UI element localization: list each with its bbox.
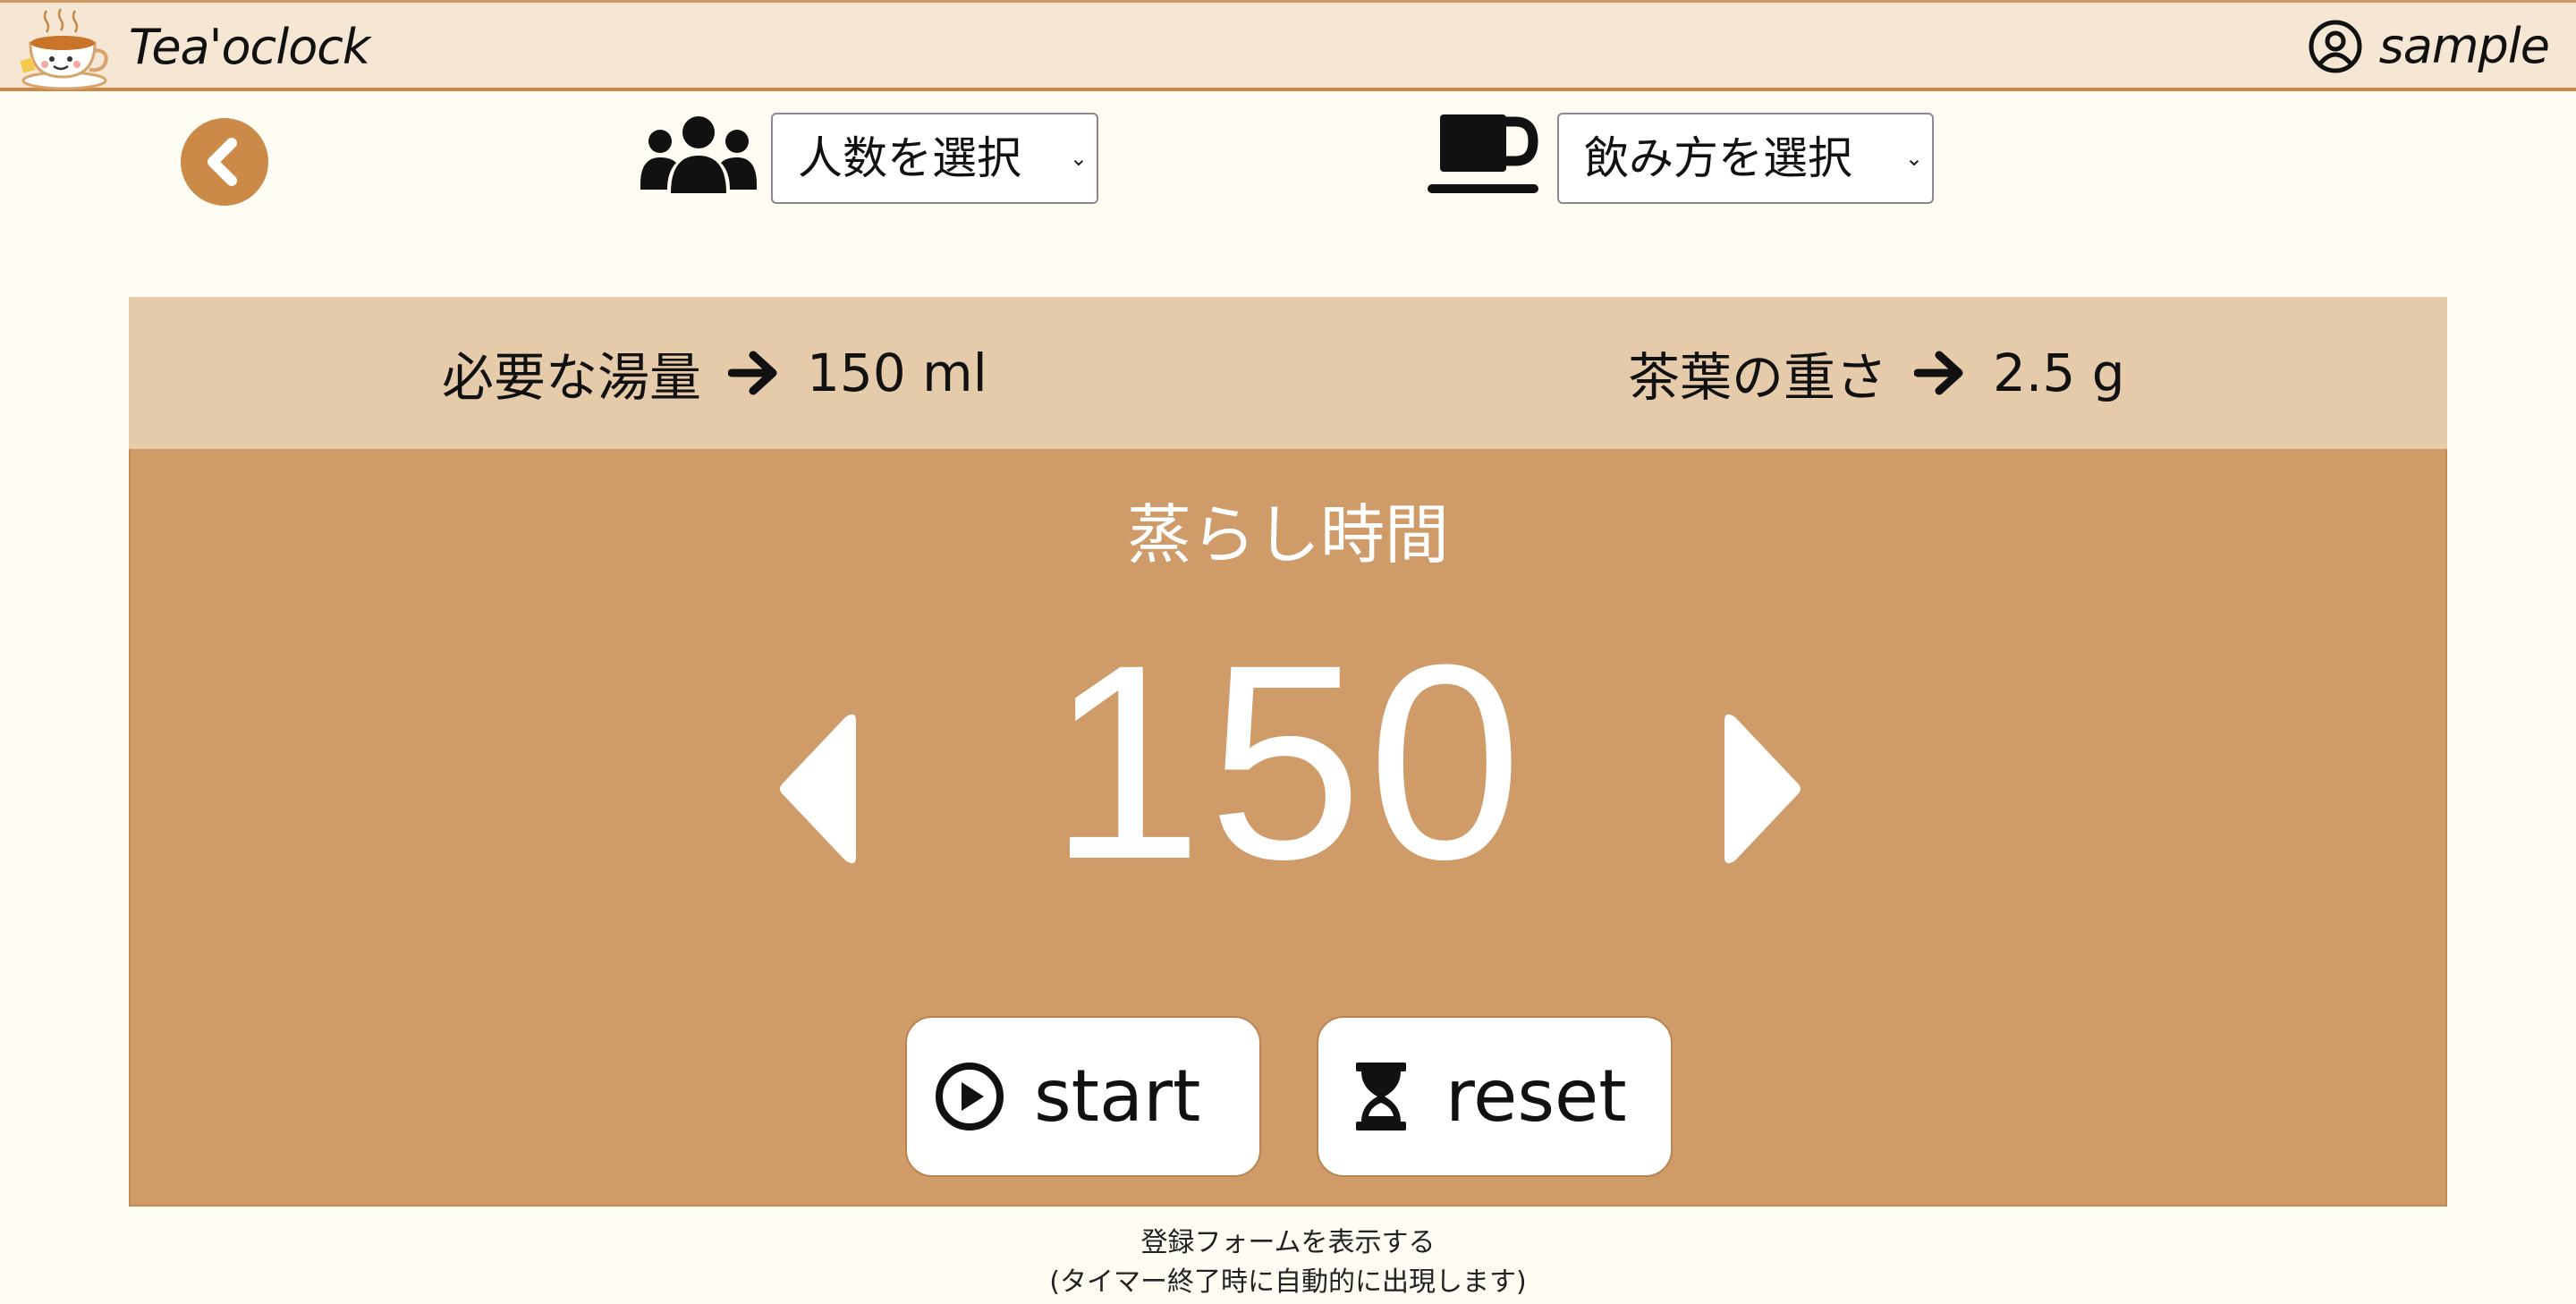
increase-time-button[interactable]: [1714, 708, 1807, 869]
leaf-weight-label: 茶葉の重さ: [1628, 347, 1888, 408]
brew-style-select-value: 飲み方を選択: [1584, 132, 1852, 184]
start-button[interactable]: start: [905, 1016, 1261, 1177]
start-button-label: start: [1034, 1054, 1201, 1138]
water-amount-value: 150 ml: [807, 343, 987, 403]
register-form-note: (タイマー終了時に自動的に出現します): [1049, 1266, 1527, 1298]
back-button[interactable]: [181, 118, 268, 206]
timer-value: 150: [1048, 606, 1528, 917]
chevron-down-icon: ⌄: [1904, 146, 1923, 171]
people-count-select[interactable]: 人数を選択 ⌄: [771, 113, 1098, 204]
arrow-right-icon: [728, 351, 777, 395]
user-name: sample: [2378, 18, 2550, 74]
people-count-select-value: 人数を選択: [798, 132, 1021, 184]
user-circle-icon: [2309, 20, 2362, 73]
coffee-cup-icon: [1428, 114, 1538, 193]
app-title[interactable]: Tea'oclock: [129, 21, 370, 74]
brew-style-select[interactable]: 飲み方を選択 ⌄: [1557, 113, 1934, 204]
chevron-down-icon: ⌄: [1069, 146, 1088, 171]
reset-button[interactable]: reset: [1317, 1016, 1673, 1177]
reset-button-label: reset: [1445, 1054, 1627, 1138]
timer-panel: 蒸らし時間 150 start reset: [129, 449, 2447, 1207]
brew-info-band: 必要な湯量 150 ml 茶葉の重さ 2.5 g: [129, 297, 2447, 449]
arrow-right-icon: [1914, 351, 1963, 395]
caret-right-icon: [1724, 714, 1801, 864]
app-header: Tea'oclock sample: [0, 0, 2576, 91]
users-icon: [640, 116, 757, 193]
water-amount: 必要な湯量 150 ml: [442, 297, 987, 449]
chevron-left-icon: [208, 138, 237, 186]
steep-time-label: 蒸らし時間: [1126, 497, 1449, 572]
hourglass-icon: [1356, 1063, 1406, 1130]
leaf-weight: 茶葉の重さ 2.5 g: [1628, 297, 2125, 449]
play-circle-icon: [936, 1063, 1004, 1130]
teacup-logo-icon[interactable]: [16, 5, 113, 91]
leaf-weight-value: 2.5 g: [1993, 343, 2125, 403]
water-amount-label: 必要な湯量: [442, 347, 702, 408]
user-menu[interactable]: sample: [2308, 17, 2550, 76]
show-register-form-link[interactable]: 登録フォームを表示する: [0, 1224, 2576, 1263]
